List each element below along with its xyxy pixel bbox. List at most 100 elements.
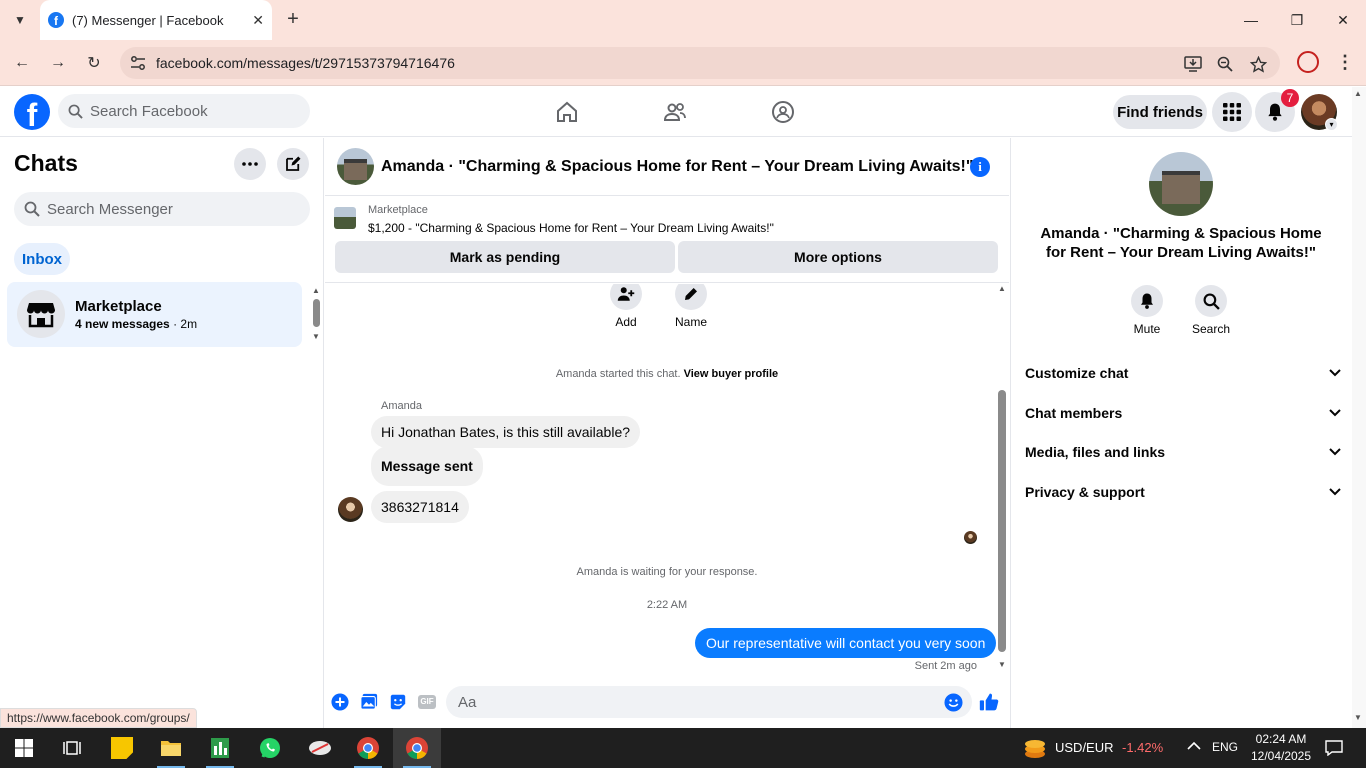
clock-date[interactable]: 12/04/2025 [1249, 749, 1313, 763]
spreadsheet-app-icon[interactable] [196, 728, 244, 768]
emoji-icon[interactable] [943, 692, 963, 712]
privacy-support-section[interactable]: Privacy & support [1025, 481, 1341, 503]
whatsapp-icon[interactable] [246, 728, 294, 768]
left-scrollbar-thumb[interactable] [313, 299, 320, 327]
app-icon[interactable] [296, 728, 344, 768]
incoming-message[interactable]: Message sent [371, 446, 483, 486]
currency-widget-icon[interactable] [1011, 728, 1059, 768]
bookmark-star-icon[interactable] [1247, 53, 1269, 75]
currency-pair[interactable]: USD/EUR [1055, 740, 1114, 755]
sticker-icon[interactable] [388, 692, 408, 712]
reload-icon[interactable]: ↻ [82, 51, 106, 75]
outgoing-message[interactable]: Our representative will contact you very… [695, 628, 997, 658]
thread-scrollbar-thumb[interactable] [998, 390, 1006, 652]
new-tab-icon[interactable]: + [282, 9, 304, 31]
chat-preview: 4 new messages · 2m [75, 317, 197, 331]
section-label: Privacy & support [1025, 484, 1145, 500]
language-indicator[interactable]: ENG [1212, 740, 1238, 754]
task-view-icon[interactable] [48, 728, 96, 768]
tab-search-icon[interactable]: ▼ [8, 8, 32, 32]
listing-title[interactable]: $1,200 - "Charming & Spacious Home for R… [368, 221, 774, 235]
customize-chat-section[interactable]: Customize chat [1025, 362, 1341, 384]
browser-menu-icon[interactable]: ⋮ [1336, 51, 1354, 73]
menu-grid-icon[interactable] [1212, 92, 1252, 132]
search-messenger-input[interactable]: Search Messenger [14, 192, 310, 226]
facebook-search-input[interactable]: Search Facebook [58, 94, 310, 128]
close-window-icon[interactable]: ✕ [1320, 0, 1366, 40]
account-caret-icon[interactable]: ▾ [1325, 118, 1338, 131]
minimize-icon[interactable]: — [1228, 0, 1274, 40]
message-input[interactable]: Aa [446, 686, 972, 718]
address-bar[interactable]: facebook.com/messages/t/2971537379471647… [120, 47, 1280, 79]
show-hidden-icons-icon[interactable] [1187, 739, 1201, 754]
view-buyer-profile-link[interactable]: View buyer profile [684, 368, 779, 380]
edit-name-icon[interactable] [675, 284, 707, 310]
new-message-button[interactable] [277, 148, 309, 180]
message-timestamp: 2:22 AM [646, 599, 688, 611]
page-scrollbar[interactable]: ▲ ▼ [1352, 87, 1366, 728]
find-friends-button[interactable]: Find friends [1113, 95, 1207, 129]
thread-scroll-down-icon[interactable]: ▼ [998, 660, 1006, 669]
add-label: Add [615, 315, 637, 329]
message-input-placeholder: Aa [458, 693, 477, 711]
thread-scroll-up-icon[interactable]: ▲ [998, 284, 1006, 293]
facebook-logo-icon[interactable]: f [14, 94, 50, 130]
listing-thumbnail[interactable] [334, 207, 356, 229]
install-app-icon[interactable] [1182, 53, 1204, 75]
media-files-links-section[interactable]: Media, files and links [1025, 441, 1341, 463]
gif-icon[interactable]: GIF [417, 692, 437, 712]
message-composer: GIF Aa [325, 683, 1009, 723]
notifications-center-icon[interactable] [1310, 728, 1358, 768]
chrome-icon[interactable] [344, 728, 392, 768]
more-actions-plus-icon[interactable] [330, 692, 350, 712]
incoming-message[interactable]: Hi Jonathan Bates, is this still availab… [371, 416, 641, 448]
left-scroll-up-icon[interactable]: ▲ [312, 286, 320, 295]
restore-icon[interactable]: ❐ [1274, 0, 1320, 40]
site-info-icon[interactable] [130, 55, 146, 71]
back-icon[interactable]: ← [10, 51, 34, 75]
add-person-icon[interactable] [610, 284, 642, 310]
mark-as-pending-button[interactable]: Mark as pending [335, 241, 675, 273]
chat-list-item[interactable]: Marketplace 4 new messages · 2m [7, 282, 302, 347]
info-icon[interactable]: i [970, 157, 990, 177]
search-conversation-icon[interactable] [1195, 285, 1227, 317]
conversation-title[interactable]: Amanda · "Charming & Spacious Home for R… [381, 158, 973, 176]
groups-icon[interactable] [769, 98, 797, 126]
page-scroll-up-icon[interactable]: ▲ [1354, 89, 1362, 98]
friends-icon[interactable] [661, 98, 689, 126]
chats-options-button[interactable] [234, 148, 266, 180]
incoming-message[interactable]: 3863271814 [371, 491, 469, 523]
left-scroll-down-icon[interactable]: ▼ [312, 332, 320, 341]
chat-details-avatar[interactable] [1149, 152, 1213, 216]
chrome-active-icon[interactable] [393, 728, 441, 768]
read-receipt-avatar [964, 531, 977, 544]
facebook-header: f Search Facebook Find friends [0, 87, 1352, 137]
windows-start-icon[interactable] [0, 728, 48, 768]
chat-members-section[interactable]: Chat members [1025, 402, 1341, 424]
mute-bell-icon[interactable] [1131, 285, 1163, 317]
like-thumb-icon[interactable] [979, 692, 999, 712]
home-icon[interactable] [553, 98, 581, 126]
attach-photo-icon[interactable] [359, 692, 379, 712]
browser-tab[interactable]: f (7) Messenger | Facebook ✕ [40, 0, 272, 40]
compose-icon [286, 156, 301, 171]
conversation-avatar[interactable] [337, 148, 374, 185]
chat-details-title: Amanda · "Charming & Spacious Home for R… [1040, 225, 1322, 261]
sender-avatar[interactable] [338, 497, 363, 522]
thread-scrollbar[interactable]: ▲ ▼ [997, 284, 1009, 676]
file-explorer-icon[interactable] [147, 728, 195, 768]
browser-profile-icon[interactable] [1297, 51, 1319, 73]
page-scroll-down-icon[interactable]: ▼ [1354, 713, 1362, 722]
zoom-icon[interactable] [1214, 53, 1236, 75]
close-tab-icon[interactable]: ✕ [252, 12, 264, 29]
chat-preview-text: 4 new messages [75, 317, 170, 331]
chat-time: · 2m [173, 317, 198, 331]
chat-name: Marketplace [75, 298, 162, 315]
section-label: Customize chat [1025, 365, 1129, 381]
inbox-tab[interactable]: Inbox [14, 243, 70, 275]
chevron-down-icon [1329, 366, 1341, 380]
more-options-button[interactable]: More options [678, 241, 998, 273]
sticky-notes-icon[interactable] [98, 728, 146, 768]
forward-icon[interactable]: → [46, 51, 70, 75]
clock-time[interactable]: 02:24 AM [1253, 732, 1309, 746]
